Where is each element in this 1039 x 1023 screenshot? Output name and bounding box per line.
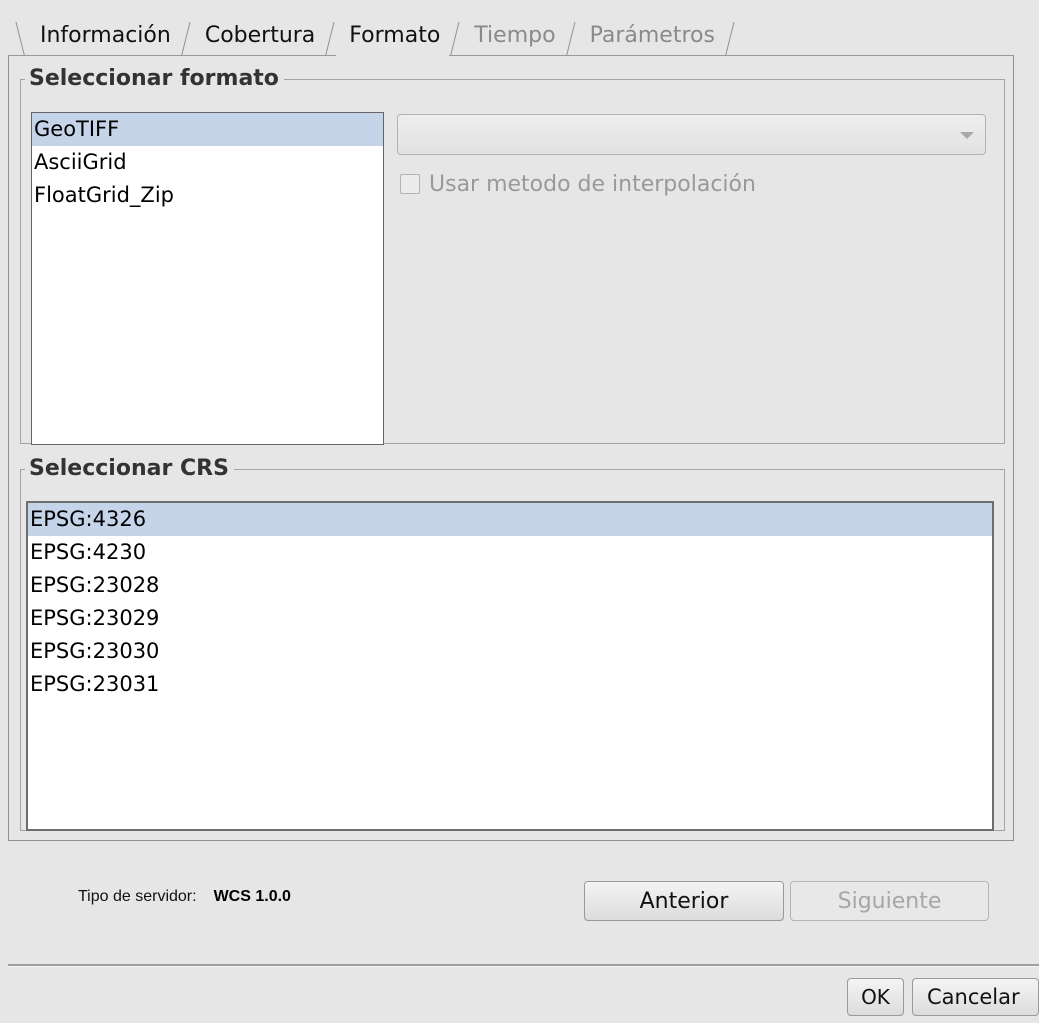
server-type-label: Tipo de servidor: — [78, 888, 197, 905]
crs-list-item[interactable]: EPSG:4230 — [28, 536, 992, 569]
format-list-item[interactable]: GeoTIFF — [32, 113, 383, 146]
tab-bar: Información Cobertura Formato Tiempo Par… — [15, 14, 736, 56]
tab-separator — [324, 16, 336, 56]
tab-tiempo[interactable]: Tiempo — [461, 16, 564, 56]
crs-group-title: Seleccionar CRS — [29, 456, 229, 481]
tab-separator — [565, 16, 577, 56]
tab-formato[interactable]: Formato — [336, 16, 450, 56]
format-list[interactable]: GeoTIFF AsciiGrid FloatGrid_Zip — [31, 112, 384, 445]
tab-content-panel: Seleccionar formato GeoTIFF AsciiGrid Fl… — [8, 55, 1014, 841]
tab-separator — [15, 16, 27, 56]
tab-separator — [724, 16, 736, 56]
ok-button[interactable]: OK — [847, 978, 904, 1016]
crs-list[interactable]: EPSG:4326 EPSG:4230 EPSG:23028 EPSG:2302… — [26, 501, 994, 831]
tab-informacion[interactable]: Información — [27, 16, 180, 56]
cancel-button[interactable]: Cancelar — [912, 978, 1039, 1016]
tab-cobertura[interactable]: Cobertura — [192, 16, 324, 56]
format-group-title: Seleccionar formato — [29, 66, 279, 91]
crs-list-item[interactable]: EPSG:4326 — [28, 503, 992, 536]
next-button[interactable]: Siguiente — [790, 881, 989, 921]
interpolation-checkbox-row[interactable]: Usar metodo de interpolación — [400, 170, 756, 198]
server-type: Tipo de servidor: WCS 1.0.0 — [78, 888, 291, 906]
interpolation-method-dropdown[interactable] — [397, 114, 986, 155]
divider — [8, 964, 1039, 967]
crs-list-item[interactable]: EPSG:23028 — [28, 569, 992, 602]
format-list-item[interactable]: FloatGrid_Zip — [32, 179, 383, 212]
format-list-item[interactable]: AsciiGrid — [32, 146, 383, 179]
previous-button[interactable]: Anterior — [584, 881, 784, 921]
server-type-value: WCS 1.0.0 — [213, 888, 291, 905]
tab-separator — [180, 16, 192, 56]
format-group: Seleccionar formato GeoTIFF AsciiGrid Fl… — [20, 66, 1005, 445]
crs-list-item[interactable]: EPSG:23030 — [28, 635, 992, 668]
crs-list-item[interactable]: EPSG:23029 — [28, 602, 992, 635]
interpolation-checkbox[interactable] — [400, 174, 420, 194]
tab-parametros[interactable]: Parámetros — [577, 16, 724, 56]
chevron-down-icon — [960, 132, 974, 139]
interpolation-checkbox-label: Usar metodo de interpolación — [429, 171, 756, 197]
tab-separator — [449, 16, 461, 56]
crs-group: Seleccionar CRS EPSG:4326 EPSG:4230 EPSG… — [20, 456, 1005, 831]
crs-list-item[interactable]: EPSG:23031 — [28, 668, 992, 701]
